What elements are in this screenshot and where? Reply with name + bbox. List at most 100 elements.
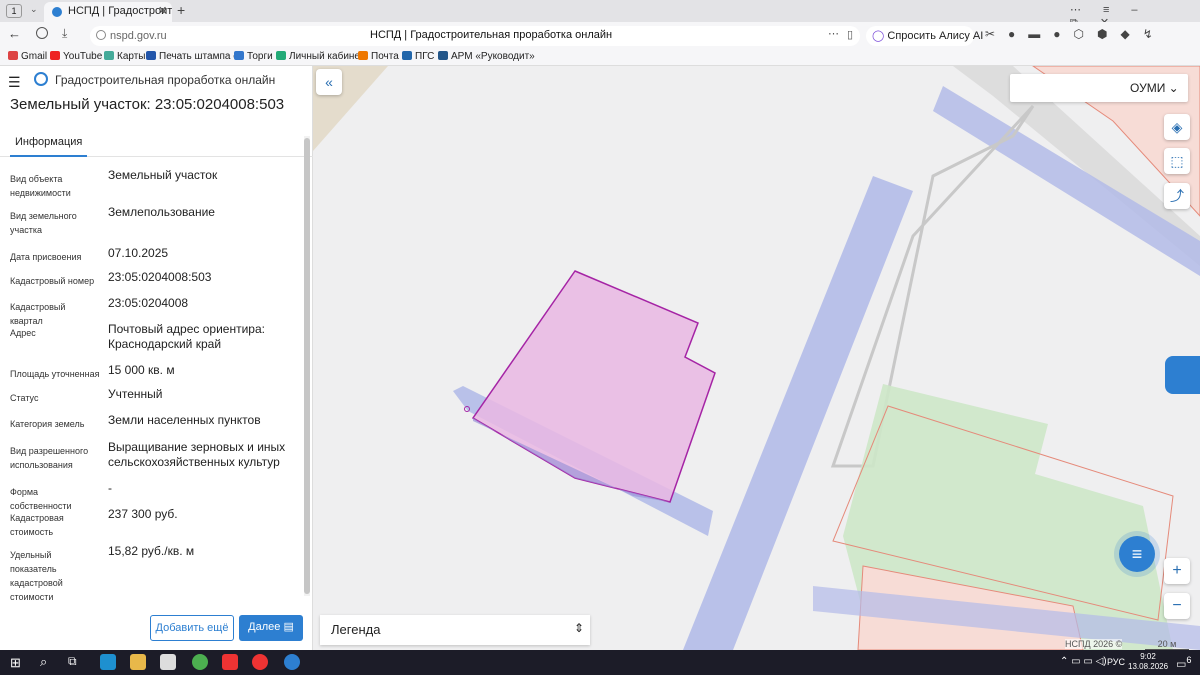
bookmark-mail[interactable]: Почта: [358, 51, 399, 62]
selected-parcel-polygon[interactable]: [471, 270, 716, 503]
alice-label: Спросить Алису AI: [887, 30, 984, 42]
field-label: Площадь уточненная: [10, 369, 100, 379]
more-icon[interactable]: ⋯: [828, 27, 839, 40]
tab-information[interactable]: Информация: [10, 136, 88, 157]
layer-select-value: ОУМИ: [1130, 81, 1166, 95]
field-label: Статус: [10, 393, 39, 403]
scrollbar-track[interactable]: [304, 136, 310, 596]
map-view[interactable]: « ОУМИ ⌄ ◈ ⬚ ⤴ ≡ + − Легенда ⇕ НСПД 2026 …: [313, 66, 1200, 650]
zoom-in-button[interactable]: +: [1164, 558, 1190, 584]
app-icon[interactable]: [160, 654, 176, 670]
bookmark-icon[interactable]: ▯: [847, 28, 853, 41]
bookmark-cabinet[interactable]: Личный кабинет: [276, 51, 364, 62]
logo-icon: [34, 72, 48, 86]
tab-counter[interactable]: 1: [6, 4, 22, 18]
tab-title: НСПД | Градостроитель: [68, 5, 172, 17]
language-indicator[interactable]: РУС: [1107, 657, 1125, 667]
bookmark-gmail[interactable]: Gmail: [8, 51, 47, 62]
address-bar-row: ← ⤓ nspd.gov.ru НСПД | Градостроительная…: [0, 22, 1200, 49]
bookmark-favicon-icon: [438, 51, 448, 60]
extension-icons[interactable]: ✂●▬●⬡⬢◆↯: [985, 27, 1185, 41]
url-field[interactable]: nspd.gov.ru НСПД | Градостроительная про…: [90, 26, 860, 46]
expand-icon: ⇕: [574, 621, 585, 635]
bookmark-arm[interactable]: АРМ «Руководит»: [438, 51, 535, 62]
bookmark-label: YouTube: [63, 51, 103, 62]
tray-icons[interactable]: ⌃ ▭ ▭ ◁): [1060, 656, 1107, 667]
map-attribution: НСПД 2026 ©: [1065, 639, 1123, 649]
bookmark-favicon-icon: [146, 51, 156, 60]
windows-start-icon[interactable]: ⊞: [10, 655, 21, 671]
bookmark-label: Почта: [371, 51, 399, 62]
lock-icon: [96, 30, 106, 40]
legend-label: Легенда: [331, 622, 381, 637]
field-label: Форма собственности: [10, 487, 72, 511]
field-value: 07.10.2025: [108, 246, 169, 260]
select-area-icon[interactable]: ⬚: [1164, 148, 1190, 174]
yandex-browser-icon[interactable]: [252, 654, 268, 670]
collapse-panel-button[interactable]: «: [316, 69, 342, 95]
map-canvas[interactable]: [313, 66, 1200, 650]
legend-panel[interactable]: Легенда ⇕: [320, 615, 590, 645]
field-value: 23:05:0204008:503: [108, 270, 212, 284]
chat-icon[interactable]: ≡: [1119, 536, 1155, 572]
clock-time: 9:02: [1140, 652, 1156, 661]
bookmark-favicon-icon: [276, 51, 286, 60]
new-tab-icon[interactable]: +: [177, 2, 185, 18]
field-label: Категория земель: [10, 419, 85, 429]
bookmark-favicon-icon: [104, 51, 114, 60]
bookmark-pgs[interactable]: ПГС: [402, 51, 434, 62]
active-tab[interactable]: НСПД | Градостроитель: [44, 2, 172, 22]
url-text: nspd.gov.ru: [110, 30, 167, 42]
bookmark-maps[interactable]: Карты: [104, 51, 146, 62]
next-button[interactable]: Далее ▤: [239, 615, 303, 641]
notifications-icon[interactable]: ▭6: [1176, 655, 1192, 671]
download-icon[interactable]: ⤓: [62, 26, 67, 41]
layer-select[interactable]: ОУМИ ⌄: [1010, 74, 1188, 102]
field-label: Вид разрешенного использования: [10, 446, 89, 470]
app-title: Градостроительная проработка онлайн: [55, 73, 276, 87]
nspd-app-icon[interactable]: [284, 654, 300, 670]
task-view-icon[interactable]: ⧉: [68, 654, 77, 669]
layers-icon[interactable]: ◈: [1164, 114, 1190, 140]
next-label: Далее: [248, 621, 281, 633]
yandex-icon[interactable]: [222, 654, 238, 670]
field-value: 237 300 руб.: [108, 507, 178, 521]
alice-button[interactable]: ◯ Спросить Алису AI: [866, 26, 983, 46]
zoom-out-button[interactable]: −: [1164, 593, 1190, 619]
info-panel: ☰ Градостроительная проработка онлайн Зе…: [0, 66, 313, 650]
bookmark-favicon-icon: [358, 51, 368, 60]
bookmark-youtube[interactable]: YouTube: [50, 51, 102, 62]
help-widget-icon[interactable]: [1165, 356, 1200, 394]
bookmark-stamp[interactable]: Печать штампа с: [146, 51, 238, 62]
field-value: Земельный участок: [108, 168, 218, 182]
document-icon: ▤: [283, 621, 294, 633]
field-label: Дата присвоения: [10, 252, 82, 262]
field-label: Кадастровая стоимость: [10, 513, 64, 537]
field-label: Вид объекта недвижимости: [10, 174, 71, 198]
page-title-text: НСПД | Градостроительная проработка онла…: [370, 29, 613, 41]
field-label: Вид земельного участка: [10, 211, 77, 235]
taskbar: ⊞ ⌕ ⧉ ⌃ ▭ ▭ ◁) РУС 9:02 13.08.2026 ▭6: [0, 650, 1200, 675]
add-more-button[interactable]: Добавить ещё: [150, 615, 234, 641]
field-value: 23:05:0204008: [108, 296, 189, 310]
menu-icon[interactable]: ☰: [8, 74, 21, 91]
browser-tab-bar: 1 ⌄ НСПД | Градостроитель ✕ + ⋯≡–⧉✕: [0, 0, 1200, 29]
shield-icon[interactable]: [36, 27, 48, 39]
chevron-down-icon[interactable]: ⌄: [30, 4, 38, 15]
scrollbar-thumb[interactable]: [304, 138, 310, 594]
bookmark-label: АРМ «Руководит»: [451, 51, 535, 62]
bookmark-label: Печать штампа с: [159, 51, 239, 62]
scale-bar: 20 м: [1145, 639, 1189, 650]
search-icon[interactable]: ⌕: [40, 654, 47, 670]
bookmark-label: ПГС: [415, 51, 435, 62]
notification-count: 6: [1186, 655, 1192, 665]
back-arrow-icon[interactable]: ←: [8, 26, 21, 41]
clock[interactable]: 9:02 13.08.2026: [1128, 652, 1168, 672]
share-icon[interactable]: ⤴: [1164, 183, 1190, 209]
edge-icon[interactable]: [100, 654, 116, 670]
close-tab-icon[interactable]: ✕: [158, 4, 167, 17]
folder-icon[interactable]: [130, 654, 146, 670]
bookmark-torgi[interactable]: Торги: [234, 51, 273, 62]
chrome-icon[interactable]: [192, 654, 208, 670]
field-value: 15 000 кв. м: [108, 363, 175, 377]
